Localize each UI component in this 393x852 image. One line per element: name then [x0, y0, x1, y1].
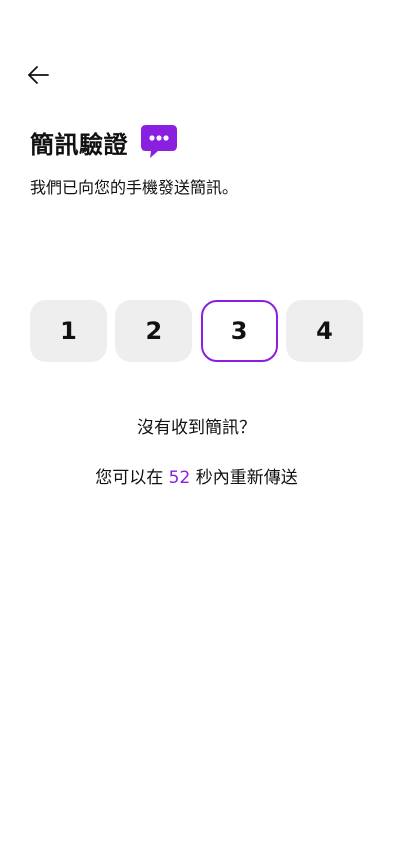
chat-bubble-dots-icon [141, 125, 177, 158]
page-title: 簡訊驗證 [30, 130, 128, 159]
subtitle: 我們已向您的手機發送簡訊。 [30, 178, 239, 197]
otp-digit-4[interactable]: 4 [285, 300, 363, 362]
otp-digit-3[interactable]: 3 [200, 300, 278, 362]
otp-input-group: 1 2 3 4 [30, 300, 363, 362]
resend-suffix: 秒內重新傳送 [190, 468, 298, 488]
resend-prefix: 您可以在 [95, 468, 169, 488]
title-row: 簡訊驗證 [30, 124, 178, 160]
no-sms-text: 沒有收到簡訊？ [137, 418, 256, 438]
resend-timer-text: 您可以在 52 秒內重新傳送 [0, 463, 393, 488]
otp-digit-1[interactable]: 1 [30, 300, 107, 362]
otp-digit-2[interactable]: 2 [115, 300, 193, 362]
countdown-seconds: 52 [168, 468, 191, 488]
back-button[interactable] [26, 60, 62, 90]
arrow-left-icon [28, 66, 49, 84]
